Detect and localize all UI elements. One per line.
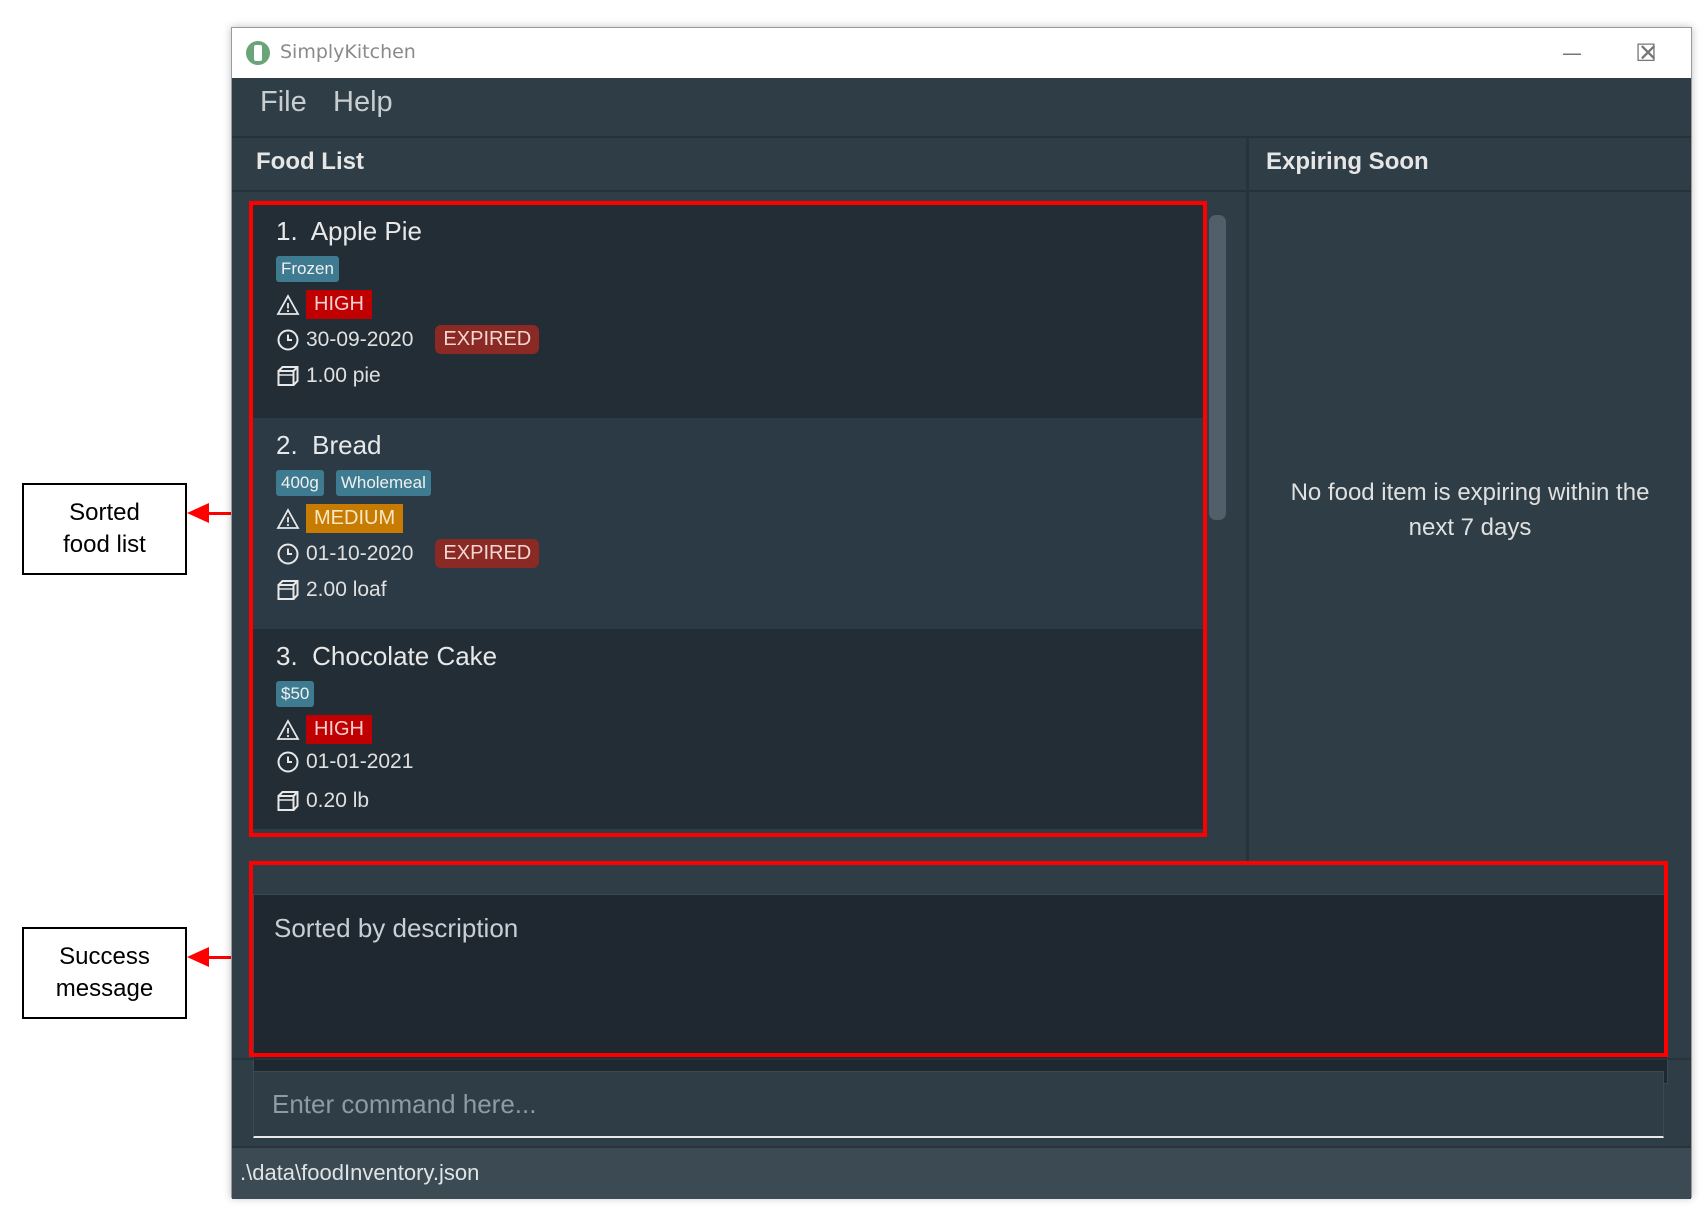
food-list-title: Food List (256, 148, 364, 175)
warning-icon (276, 293, 300, 317)
food-card[interactable]: 3. Chocolate Cake $50 HIGH 01-01-2021 0.… (253, 629, 1206, 829)
close-button[interactable]: ✕ (1628, 34, 1668, 72)
result-box: Sorted by description (253, 894, 1668, 1084)
food-name: 1. Apple Pie (276, 216, 422, 247)
quantity-row: 1.00 pie (276, 364, 381, 388)
command-separator (232, 1058, 1691, 1060)
expired-badge: EXPIRED (435, 325, 540, 354)
box-icon (276, 364, 300, 388)
priority-badge: MEDIUM (306, 504, 404, 533)
food-name: 2. Bread (276, 430, 382, 461)
priority-badge: HIGH (306, 715, 372, 744)
warning-icon (276, 507, 300, 531)
expiry-row: 01-10-2020 EXPIRED (276, 539, 540, 568)
food-quantity: 2.00 loaf (306, 578, 387, 601)
food-tags: 400g Wholemeal (276, 470, 431, 496)
food-name: 3. Chocolate Cake (276, 641, 497, 672)
expiry-row: 30-09-2020 EXPIRED (276, 325, 540, 354)
command-box (253, 1071, 1664, 1138)
window-title: SimplyKitchen (280, 41, 416, 63)
food-tag: 400g (276, 470, 324, 496)
panel-header-row: Food List Expiring Soon (232, 138, 1691, 192)
food-tag: Frozen (276, 256, 339, 282)
food-quantity: 0.20 lb (306, 789, 370, 812)
food-tags: Frozen (276, 256, 339, 282)
expiry-row: 01-01-2021 (276, 750, 413, 774)
callout-sorted-food-list-text: Sorted food list (63, 499, 146, 558)
menu-help[interactable]: Help (333, 86, 393, 119)
warning-icon (276, 718, 300, 742)
menu-file[interactable]: File (260, 86, 307, 119)
callout-success-message-text: Success message (55, 943, 154, 1002)
food-description: Apple Pie (310, 216, 423, 246)
priority-row: MEDIUM (276, 504, 404, 533)
result-message: Sorted by description (274, 913, 519, 943)
result-display: Sorted by description (232, 861, 1691, 1084)
food-description: Chocolate Cake (312, 641, 498, 671)
expiry-date: 30-09-2020 (306, 327, 414, 351)
expiring-empty-message: No food item is expiring within the next… (1249, 475, 1691, 545)
quantity-row: 2.00 loaf (276, 578, 387, 602)
food-quantity: 1.00 pie (306, 364, 381, 387)
clock-icon (276, 542, 300, 566)
expired-badge: EXPIRED (435, 539, 540, 568)
food-list-panel: 1. Apple Pie Frozen HIGH 30-09-2020 EXPI… (232, 192, 1245, 860)
food-card[interactable]: 2. Bread 400g Wholemeal MEDIUM 01-10-2020… (253, 418, 1206, 629)
expiring-soon-panel: No food item is expiring within the next… (1249, 192, 1691, 860)
food-list-scrollbar[interactable] (1209, 215, 1226, 520)
expiry-date: 01-01-2021 (306, 750, 414, 773)
callout-sorted-food-list: Sorted food list (22, 483, 187, 575)
food-index: 3. (276, 641, 298, 671)
food-tag: Wholemeal (335, 470, 431, 496)
status-file-path: .\data\foodInventory.json (240, 1160, 480, 1185)
status-bar: .\data\foodInventory.json (232, 1146, 1691, 1199)
expiring-empty-text: No food item is expiring within the next… (1290, 479, 1650, 541)
expiry-date: 01-10-2020 (306, 541, 414, 565)
priority-row: HIGH (276, 715, 372, 744)
food-tag: $50 (276, 681, 315, 707)
food-tags: $50 (276, 681, 315, 707)
food-description: Bread (312, 430, 382, 460)
food-index: 1. (276, 216, 298, 246)
box-icon (276, 578, 300, 602)
title-bar: SimplyKitchen — ☐ ✕ (232, 28, 1691, 78)
clock-icon (276, 750, 300, 774)
minimize-button[interactable]: — (1552, 34, 1592, 72)
food-card[interactable]: 1. Apple Pie Frozen HIGH 30-09-2020 EXPI… (253, 204, 1206, 418)
callout-success-message: Success message (22, 927, 187, 1019)
food-index: 2. (276, 430, 298, 460)
app-fridge-icon (246, 41, 270, 65)
menu-bar: File Help (232, 78, 1691, 138)
command-input[interactable] (254, 1072, 1663, 1136)
clock-icon (276, 328, 300, 352)
priority-badge: HIGH (306, 290, 372, 319)
expiring-soon-title: Expiring Soon (1266, 148, 1429, 175)
box-icon (276, 789, 300, 813)
app-window: SimplyKitchen — ☐ ✕ File Help Food List … (231, 27, 1692, 1199)
quantity-row: 0.20 lb (276, 789, 369, 813)
priority-row: HIGH (276, 290, 372, 319)
